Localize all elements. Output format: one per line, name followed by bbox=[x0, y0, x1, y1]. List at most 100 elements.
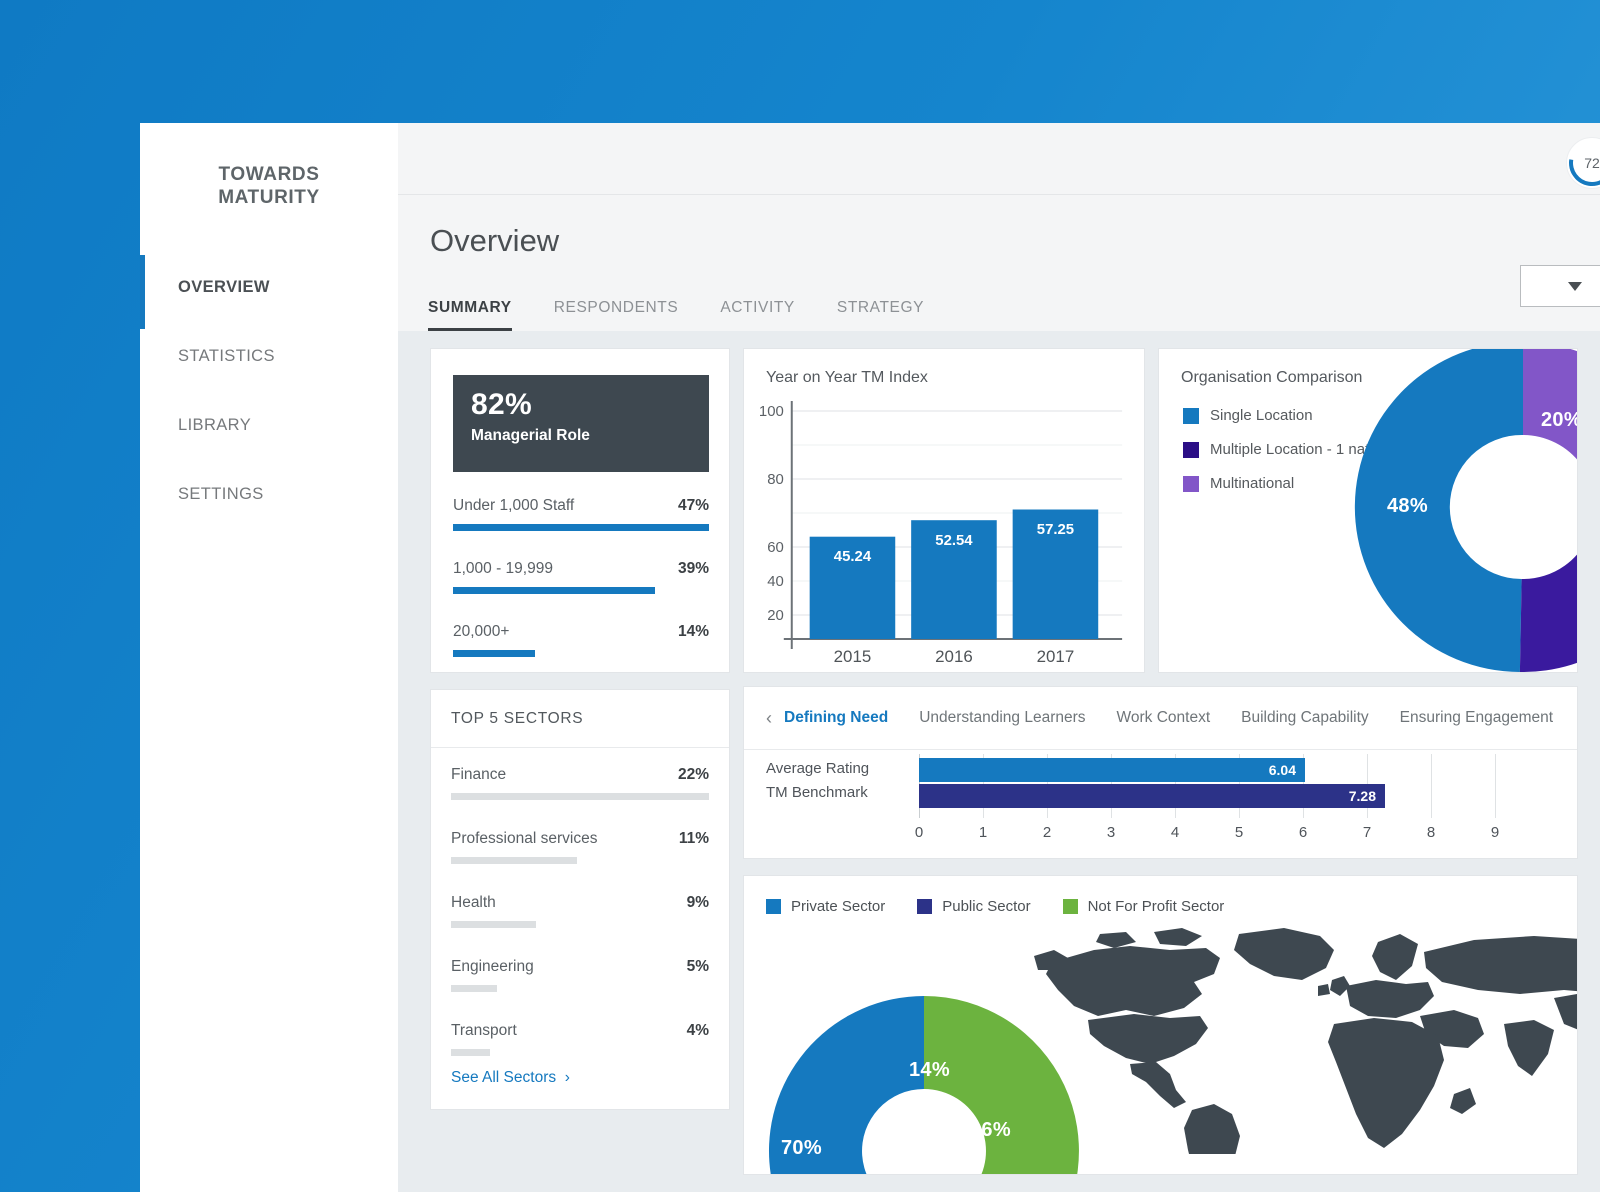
sidebar: TOWARDS MATURITY OVERVIEW STATISTICS LIB… bbox=[140, 123, 398, 1192]
bar-value-label: 6.04 bbox=[1268, 762, 1296, 778]
stat-value: 39% bbox=[677, 560, 709, 577]
sidebar-item-statistics[interactable]: STATISTICS bbox=[140, 322, 398, 391]
bar-value-label: 7.28 bbox=[1348, 788, 1376, 804]
stat-bar-track bbox=[453, 650, 709, 657]
svg-text:80: 80 bbox=[767, 471, 784, 488]
application-window: TOWARDS MATURITY OVERVIEW STATISTICS LIB… bbox=[140, 123, 1600, 1192]
svg-text:2015: 2015 bbox=[834, 647, 872, 663]
hero-stat: 82% Managerial Role bbox=[453, 375, 709, 472]
defining-need-bar-chart: Average Rating TM Benchmark 6.04 7.28 0 … bbox=[744, 750, 1577, 858]
tm-benchmark-bar: 7.28 bbox=[919, 784, 1385, 808]
axis-tick: 9 bbox=[1490, 824, 1500, 841]
stat-bar-track bbox=[453, 587, 709, 594]
see-all-sectors-link[interactable]: See All Sectors › bbox=[451, 1069, 570, 1087]
axis-tick: 0 bbox=[914, 824, 924, 841]
sector-row: Health 9% bbox=[451, 894, 709, 928]
axis-tick: 7 bbox=[1362, 824, 1372, 841]
svg-text:40: 40 bbox=[767, 573, 784, 590]
sector-row: Transport 4% bbox=[451, 1022, 709, 1056]
chevron-right-icon: › bbox=[560, 1069, 570, 1086]
subtab-understanding-learners[interactable]: Understanding Learners bbox=[919, 709, 1085, 727]
sector-bar-track bbox=[451, 921, 709, 928]
stat-value: 47% bbox=[677, 497, 709, 514]
svg-text:2017: 2017 bbox=[1037, 647, 1075, 663]
sector-label: Transport bbox=[451, 1022, 517, 1039]
organisation-comparison-card: Organisation Comparison Single Location … bbox=[1158, 348, 1578, 673]
tab-label: STRATEGY bbox=[836, 299, 925, 316]
tab-strategy[interactable]: STRATEGY bbox=[837, 299, 946, 331]
year-on-year-card: Year on Year TM Index 100 80 60 40 20 45… bbox=[743, 348, 1145, 673]
axis-tick: 6 bbox=[1298, 824, 1308, 841]
subtab-defining-need[interactable]: Defining Need bbox=[784, 709, 888, 727]
sidebar-item-label: SETTINGS bbox=[178, 485, 264, 503]
sidebar-item-library[interactable]: LIBRARY bbox=[140, 391, 398, 460]
dashboard-grid: 82% Managerial Role Under 1,000 Staff 47… bbox=[398, 331, 1600, 1192]
sector-value: 4% bbox=[686, 1022, 709, 1039]
sector-map-card: Private Sector Public Sector Not For Pro… bbox=[743, 875, 1578, 1175]
capability-tabs: ‹ Defining Need Understanding Learners W… bbox=[744, 687, 1577, 750]
svg-text:2016: 2016 bbox=[935, 647, 973, 663]
donut-value-label: 14% bbox=[909, 1059, 950, 1081]
bar-series-label: TM Benchmark bbox=[766, 784, 868, 801]
subtab-ensuring-engagement[interactable]: Ensuring Engagement bbox=[1400, 709, 1553, 727]
chevron-left-icon[interactable]: ‹ bbox=[766, 708, 772, 729]
stat-label: 20,000+ bbox=[453, 623, 510, 640]
tab-label: SUMMARY bbox=[428, 299, 512, 316]
sector-value: 9% bbox=[686, 894, 709, 911]
brand-logo: TOWARDS MATURITY bbox=[140, 163, 398, 209]
world-map bbox=[1034, 928, 1577, 1154]
tab-label: ACTIVITY bbox=[720, 299, 795, 316]
svg-text:45.24: 45.24 bbox=[834, 548, 872, 565]
page-title: Overview bbox=[430, 223, 560, 258]
sector-row: Finance 22% bbox=[451, 766, 709, 800]
svg-text:100: 100 bbox=[759, 403, 784, 420]
sector-label: Engineering bbox=[451, 958, 534, 975]
app-background: TOWARDS MATURITY OVERVIEW STATISTICS LIB… bbox=[0, 0, 1600, 1192]
tab-summary[interactable]: SUMMARY bbox=[428, 299, 534, 331]
top-sectors-card: TOP 5 SECTORS Finance 22% Professional s… bbox=[430, 689, 730, 1110]
staff-stat-row: 1,000 - 19,999 39% bbox=[453, 560, 709, 594]
staff-stat-row: Under 1,000 Staff 47% bbox=[453, 497, 709, 531]
sidebar-item-overview[interactable]: OVERVIEW bbox=[140, 253, 398, 329]
chevron-down-icon bbox=[1568, 281, 1582, 291]
tab-respondents[interactable]: RESPONDENTS bbox=[554, 299, 701, 331]
svg-text:52.54: 52.54 bbox=[935, 532, 973, 549]
organisation-donut-chart: . bbox=[1354, 349, 1577, 672]
donut-value-label: 70% bbox=[781, 1137, 822, 1159]
year-on-year-bar-chart: 100 80 60 70 x 40 20 45.24 52.54 bbox=[759, 401, 1123, 663]
sidebar-nav: OVERVIEW STATISTICS LIBRARY SETTINGS bbox=[140, 253, 398, 529]
see-all-label: See All Sectors bbox=[451, 1069, 557, 1086]
sector-row: Professional services 11% bbox=[451, 830, 709, 864]
sector-value: 11% bbox=[678, 830, 709, 847]
filter-dropdown[interactable] bbox=[1520, 265, 1600, 307]
sector-value: 22% bbox=[677, 766, 709, 783]
top-sectors-title: TOP 5 SECTORS bbox=[431, 690, 729, 748]
hero-label: Managerial Role bbox=[471, 427, 590, 444]
sidebar-item-settings[interactable]: SETTINGS bbox=[140, 460, 398, 529]
svg-text:57.25: 57.25 bbox=[1037, 521, 1074, 538]
page-tabs: SUMMARY RESPONDENTS ACTIVITY STRATEGY bbox=[428, 299, 966, 331]
sector-bar-track bbox=[451, 793, 709, 800]
subtab-work-context[interactable]: Work Context bbox=[1117, 709, 1211, 727]
sector-row: Engineering 5% bbox=[451, 958, 709, 992]
axis-tick: 1 bbox=[978, 824, 988, 841]
completion-gauge[interactable]: 72 bbox=[1559, 130, 1600, 196]
bar-series-label: Average Rating bbox=[766, 760, 870, 777]
stat-label: Under 1,000 Staff bbox=[453, 497, 575, 514]
sector-label: Finance bbox=[451, 766, 507, 783]
stat-value: 14% bbox=[677, 623, 709, 640]
sidebar-item-label: LIBRARY bbox=[178, 416, 252, 434]
stat-bar-track bbox=[453, 524, 709, 531]
axis-tick: 3 bbox=[1106, 824, 1116, 841]
tab-activity[interactable]: ACTIVITY bbox=[720, 299, 817, 331]
top-bar: 72 bbox=[398, 123, 1600, 196]
stat-label: 1,000 - 19,999 bbox=[453, 560, 553, 577]
sidebar-item-label: OVERVIEW bbox=[178, 278, 270, 296]
brand-line-2: MATURITY bbox=[218, 187, 320, 209]
main-content: 72 Overview SUMMARY RESPONDENTS ACTIVITY bbox=[398, 123, 1600, 1192]
svg-text:60: 60 bbox=[767, 539, 784, 556]
gauge-value: 72 bbox=[1584, 155, 1600, 171]
sector-bar-track bbox=[451, 985, 709, 992]
profile-card: 82% Managerial Role Under 1,000 Staff 47… bbox=[430, 348, 730, 673]
subtab-building-capability[interactable]: Building Capability bbox=[1241, 709, 1369, 727]
